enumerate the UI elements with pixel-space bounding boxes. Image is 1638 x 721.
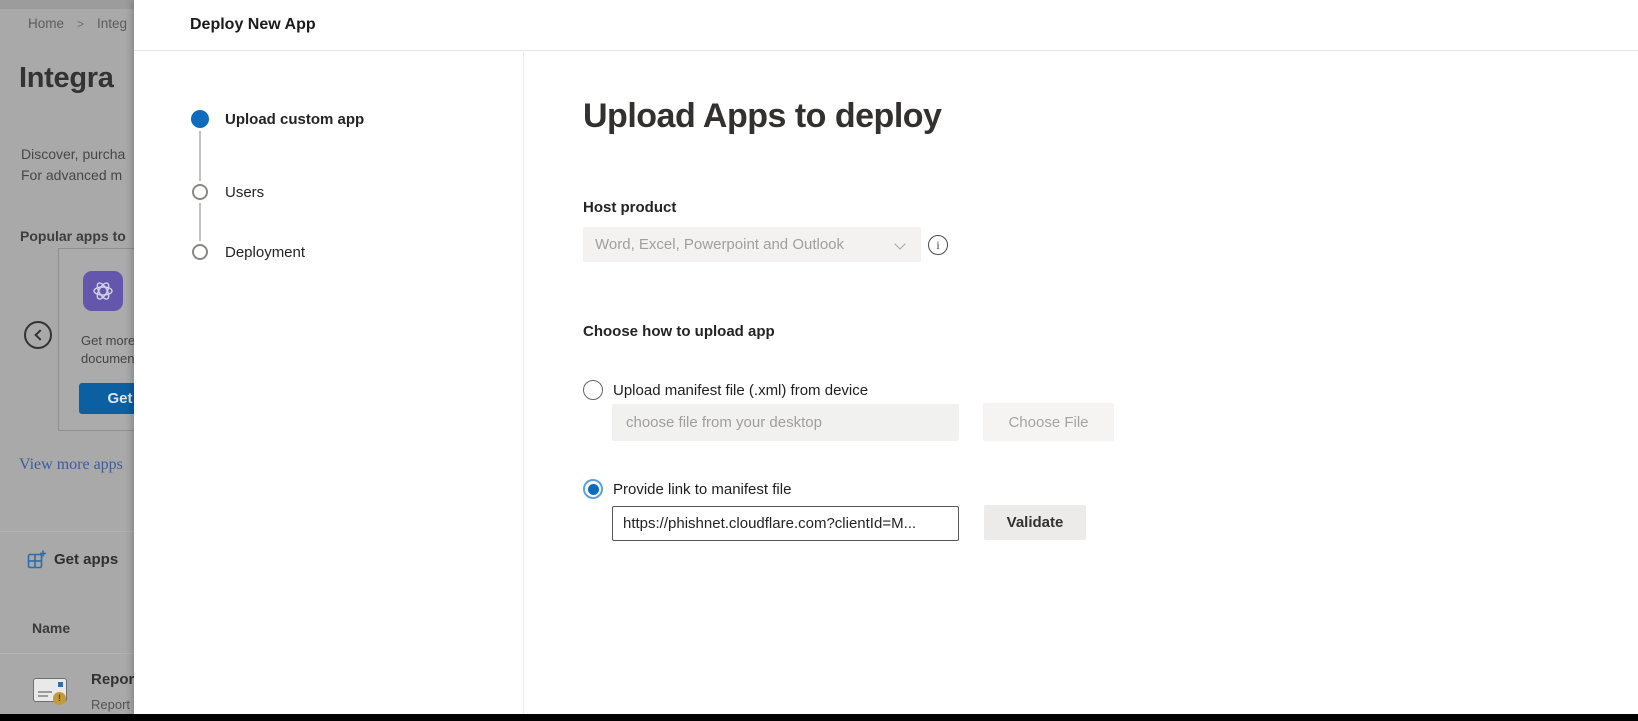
- intro-line-1: Discover, purcha: [21, 144, 125, 165]
- radio-provide-link[interactable]: [583, 479, 603, 499]
- breadcrumb: Home > Integ: [28, 16, 127, 31]
- background-page: Home > Integ Integra Discover, purcha Fo…: [0, 0, 134, 721]
- screen: Home > Integ Integra Discover, purcha Fo…: [0, 0, 1638, 721]
- carousel-previous-button[interactable]: [24, 321, 52, 349]
- step-indicator: [192, 184, 208, 200]
- content-heading: Upload Apps to deploy: [583, 97, 941, 136]
- get-apps-button[interactable]: Get apps: [27, 550, 118, 569]
- breadcrumb-separator-icon: >: [77, 17, 84, 31]
- step-connector: [199, 203, 201, 241]
- step-users[interactable]: Users: [225, 184, 264, 201]
- step-indicator-active: [191, 110, 209, 128]
- panel-title: Deploy New App: [190, 16, 316, 34]
- warning-badge-icon: !: [53, 692, 66, 705]
- view-more-apps-link[interactable]: View more apps: [19, 456, 123, 474]
- breadcrumb-home-link[interactable]: Home: [28, 16, 64, 31]
- top-band: [0, 0, 134, 9]
- row-app-title: Repor: [91, 671, 134, 688]
- info-icon[interactable]: i: [928, 235, 948, 255]
- intro-line-2: For advanced m: [21, 165, 125, 186]
- row-app-subtitle: Report: [91, 697, 130, 712]
- blue-dot-icon: [58, 682, 63, 687]
- host-product-label: Host product: [583, 199, 676, 216]
- chevron-left-icon: [34, 329, 45, 340]
- stepper-divider: [523, 52, 524, 714]
- panel-header: Deploy New App: [134, 0, 1638, 51]
- radio-provide-link-label[interactable]: Provide link to manifest file: [613, 481, 791, 498]
- choose-upload-label: Choose how to upload app: [583, 323, 775, 340]
- manifest-file-input[interactable]: [612, 404, 959, 441]
- get-apps-icon: [27, 550, 46, 569]
- divider: [0, 531, 134, 532]
- table-row[interactable]: ! Repor Report: [33, 671, 134, 716]
- card-text-line-2: documen: [81, 351, 134, 366]
- get-button[interactable]: Get: [79, 383, 134, 414]
- radio-upload-manifest-label[interactable]: Upload manifest file (.xml) from device: [613, 382, 868, 399]
- host-product-dropdown[interactable]: Word, Excel, Powerpoint and Outlook: [583, 227, 921, 262]
- app-card: Get more documen Get: [58, 248, 134, 431]
- step-connector: [199, 131, 201, 181]
- validate-button[interactable]: Validate: [984, 505, 1086, 540]
- page-intro: Discover, purcha For advanced m: [21, 144, 125, 186]
- step-deployment[interactable]: Deployment: [225, 244, 305, 261]
- choose-file-button[interactable]: Choose File: [983, 403, 1114, 441]
- chevron-down-icon: [894, 238, 905, 249]
- divider: [0, 653, 134, 654]
- radio-upload-manifest-file[interactable]: [583, 380, 603, 400]
- host-product-value: Word, Excel, Powerpoint and Outlook: [595, 227, 844, 262]
- step-indicator: [192, 244, 208, 260]
- deploy-new-app-panel: Deploy New App Upload custom app Users D…: [134, 0, 1638, 721]
- page-title: Integra: [19, 62, 114, 95]
- card-text-line-1: Get more: [81, 333, 134, 348]
- table-column-name: Name: [32, 620, 70, 636]
- step-upload-custom-app[interactable]: Upload custom app: [225, 111, 364, 128]
- manifest-link-input[interactable]: [612, 506, 959, 541]
- get-apps-label: Get apps: [54, 551, 118, 568]
- popular-apps-heading: Popular apps to: [20, 228, 126, 244]
- bottom-taskbar-strip: [0, 714, 1638, 721]
- adobe-acrobat-icon: [83, 271, 123, 311]
- breadcrumb-current-link[interactable]: Integ: [97, 16, 127, 31]
